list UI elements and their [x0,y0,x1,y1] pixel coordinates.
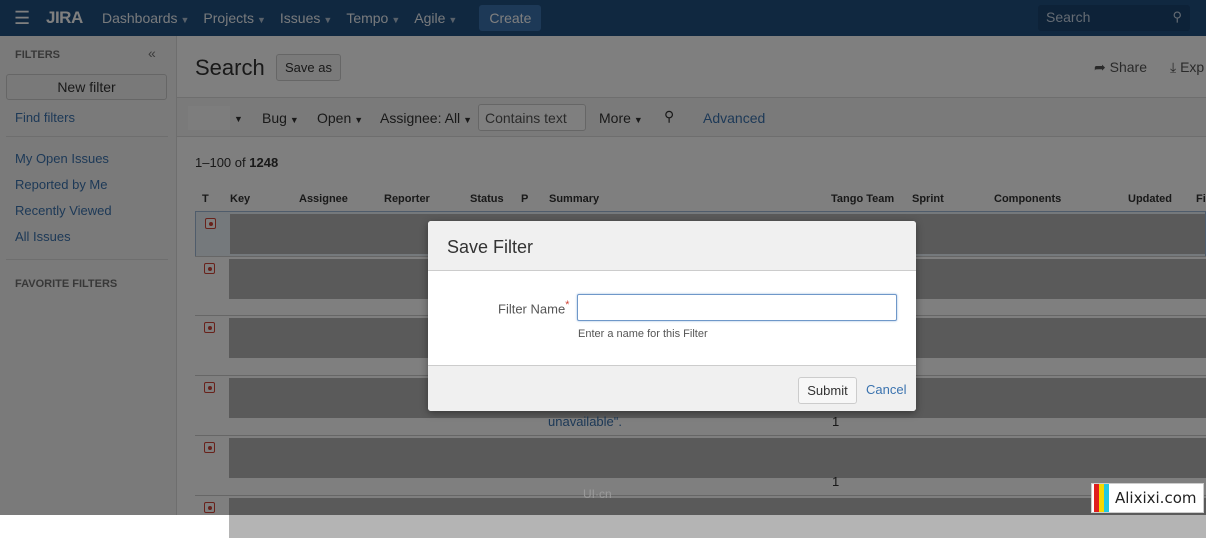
watermark-logo [1094,484,1109,512]
alixixi-watermark: Alixixi.com [1091,483,1204,513]
submit-button[interactable]: Submit [798,377,857,404]
filter-name-label: Filter Name* [498,299,569,316]
save-filter-dialog: Save Filter Filter Name* Enter a name fo… [428,221,916,411]
dialog-title: Save Filter [428,221,916,271]
cancel-link[interactable]: Cancel [866,382,906,397]
dialog-footer: Submit Cancel [428,365,916,411]
required-marker: * [565,299,570,311]
filter-name-input[interactable] [577,294,897,321]
uicn-watermark: UI·cn [583,487,612,501]
watermark-text: Alixixi.com [1115,489,1197,507]
filter-name-hint: Enter a name for this Filter [578,328,708,340]
label-text: Filter Name [498,301,566,317]
